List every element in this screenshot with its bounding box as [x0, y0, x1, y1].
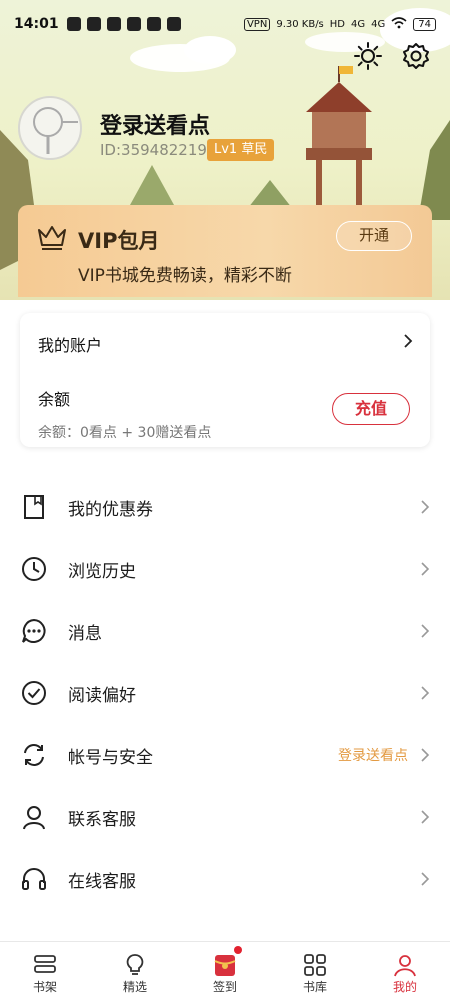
chevron-right-icon[interactable]: [402, 333, 414, 349]
level-badge: Lv1 草民: [207, 139, 275, 161]
menu-label: 阅读偏好: [68, 685, 136, 706]
user-icon: [392, 952, 418, 978]
menu-item-contact-service[interactable]: 联系客服: [0, 786, 450, 848]
crown-icon: [36, 223, 68, 251]
message-icon: [20, 617, 48, 645]
lightbulb-icon: [122, 952, 148, 978]
tab-label: 精选: [122, 980, 147, 994]
my-account-title[interactable]: 我的账户: [38, 332, 102, 356]
vip-banner[interactable]: VIP包月 VIP书城免费畅读，精彩不断 开通: [18, 205, 432, 297]
battery-indicator: 74: [413, 17, 436, 31]
vip-open-button[interactable]: 开通: [336, 221, 412, 251]
notification-icon: [166, 17, 181, 31]
account-card: 我的账户 余额 余额：0看点 + 30赠送看点 充值: [20, 313, 430, 447]
balance-detail: 余额：0看点 + 30赠送看点: [38, 425, 212, 441]
tab-checkin[interactable]: 签到: [180, 942, 270, 1003]
chevron-right-icon: [420, 685, 430, 701]
person-icon: [20, 803, 48, 831]
chevron-right-icon: [420, 809, 430, 825]
system-indicators: VPN 9.30 KB/s HD 4G 4G 74: [243, 16, 436, 32]
coupon-icon: [20, 493, 48, 521]
tab-mine[interactable]: 我的: [360, 942, 450, 1003]
vpn-badge: VPN: [243, 17, 271, 31]
chevron-right-icon: [420, 561, 430, 577]
signal-4g-2: 4G: [371, 18, 386, 30]
profile-nickname[interactable]: 登录送看点: [100, 108, 210, 140]
bottom-navigation: 书架 精选 签到 书库 我的: [0, 941, 450, 1003]
clock-icon: [20, 555, 48, 583]
notification-icon: [66, 17, 81, 31]
chevron-right-icon: [420, 871, 430, 887]
chevron-right-icon: [420, 499, 430, 515]
hd-badge: HD: [329, 18, 346, 30]
chevron-right-icon: [420, 747, 430, 763]
tab-label: 我的: [392, 980, 417, 994]
menu-label: 消息: [68, 623, 102, 644]
user-id: ID:359482219: [100, 141, 207, 159]
brightness-icon[interactable]: [352, 40, 384, 72]
status-time: 14:01: [14, 16, 59, 32]
sync-icon: [20, 741, 48, 769]
recharge-button[interactable]: 充值: [332, 393, 410, 425]
wifi-icon: [391, 16, 407, 32]
notification-icon: [126, 17, 141, 31]
tab-label: 书库: [302, 980, 327, 994]
menu-item-account-security[interactable]: 帐号与安全 登录送看点: [0, 724, 450, 786]
notification-icon: [106, 17, 121, 31]
settings-menu: 我的优惠券 浏览历史 消息 阅读偏好 帐号与安全 登录送看点 联系客服 在线客服: [0, 476, 450, 910]
tab-library[interactable]: 书库: [270, 942, 360, 1003]
avatar-illustration: [33, 107, 78, 154]
menu-label: 联系客服: [68, 809, 136, 830]
vip-subtitle: VIP书城免费畅读，精彩不断: [78, 266, 292, 286]
tab-featured[interactable]: 精选: [90, 942, 180, 1003]
net-speed: 9.30 KB/s: [276, 18, 324, 30]
notification-icon: [86, 17, 101, 31]
check-circle-icon: [20, 679, 48, 707]
menu-item-messages[interactable]: 消息: [0, 600, 450, 662]
grid-icon: [302, 952, 328, 978]
vip-title: VIP包月: [78, 229, 160, 253]
tab-label: 签到: [212, 980, 237, 994]
menu-item-reading-preference[interactable]: 阅读偏好: [0, 662, 450, 724]
login-promo-text: 登录送看点: [338, 748, 408, 764]
menu-label: 我的优惠券: [68, 499, 153, 520]
menu-item-coupons[interactable]: 我的优惠券: [0, 476, 450, 538]
avatar[interactable]: [18, 96, 82, 160]
tab-bookshelf[interactable]: 书架: [0, 942, 90, 1003]
tab-label: 书架: [32, 980, 57, 994]
signal-4g-1: 4G: [351, 18, 366, 30]
menu-item-history[interactable]: 浏览历史: [0, 538, 450, 600]
settings-gear-icon[interactable]: [400, 40, 432, 72]
red-envelope-icon: [212, 952, 238, 978]
balance-title: 余额: [38, 390, 71, 409]
menu-label: 帐号与安全: [68, 747, 153, 768]
chevron-right-icon: [420, 623, 430, 639]
menu-item-online-service[interactable]: 在线客服: [0, 848, 450, 910]
menu-label: 在线客服: [68, 871, 136, 892]
menu-label: 浏览历史: [68, 561, 136, 582]
notification-icon: [146, 17, 161, 31]
bookshelf-icon: [32, 952, 58, 978]
notification-dot: [234, 946, 242, 954]
notification-icons: [66, 17, 181, 31]
headset-icon: [20, 865, 48, 893]
